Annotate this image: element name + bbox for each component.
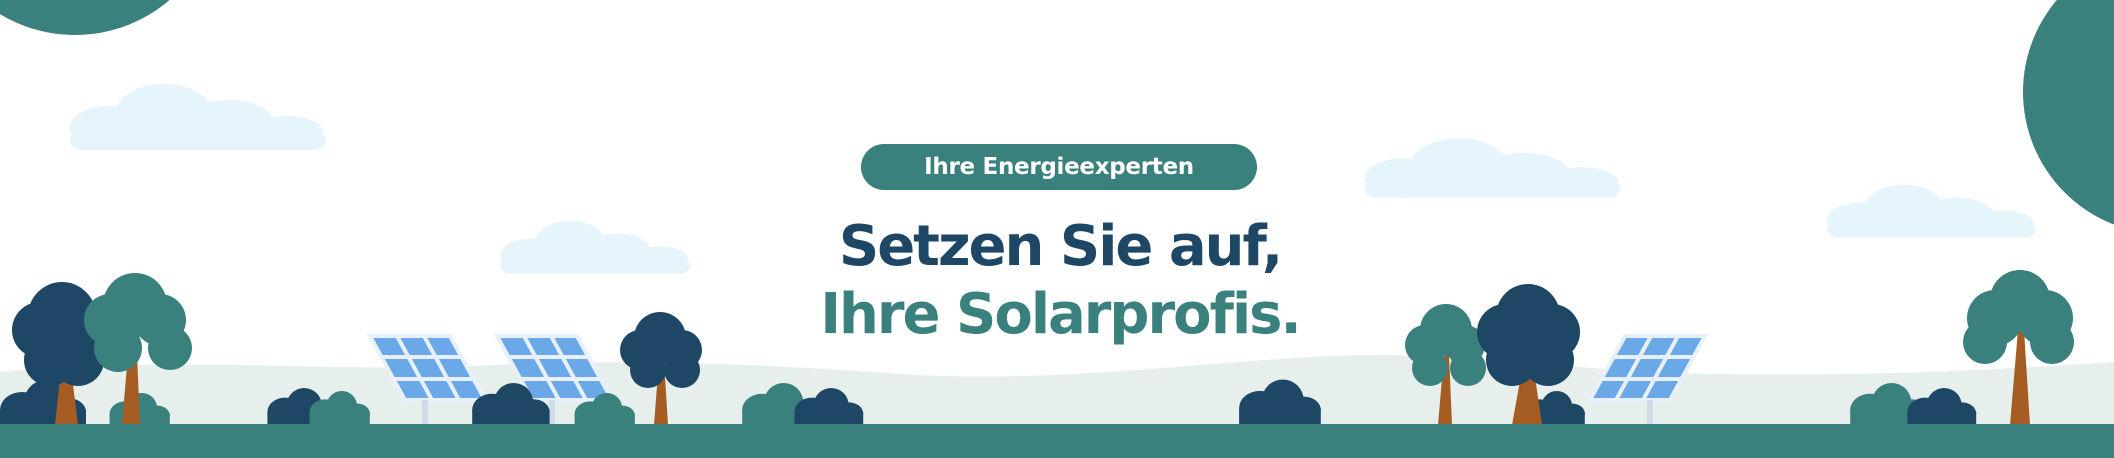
- headline-line-2: Ihre Solarprofis.: [820, 282, 1302, 347]
- headline-line-1: Setzen Sie auf,: [838, 214, 1283, 279]
- eyebrow-badge: Ihre Energieexperten: [861, 144, 1257, 190]
- ground-strip: [0, 424, 2114, 458]
- hero-banner: Ihre Energieexperten Setzen Sie auf, Ihr…: [0, 0, 2114, 458]
- corner-circle-top-left: [0, 0, 170, 35]
- cloud-icon: [69, 84, 326, 150]
- cloud-icon: [1364, 138, 1621, 198]
- cloud-icon: [1827, 184, 2036, 238]
- cloud-icon: [500, 220, 690, 274]
- corner-circle-top-right: [2023, 0, 2114, 225]
